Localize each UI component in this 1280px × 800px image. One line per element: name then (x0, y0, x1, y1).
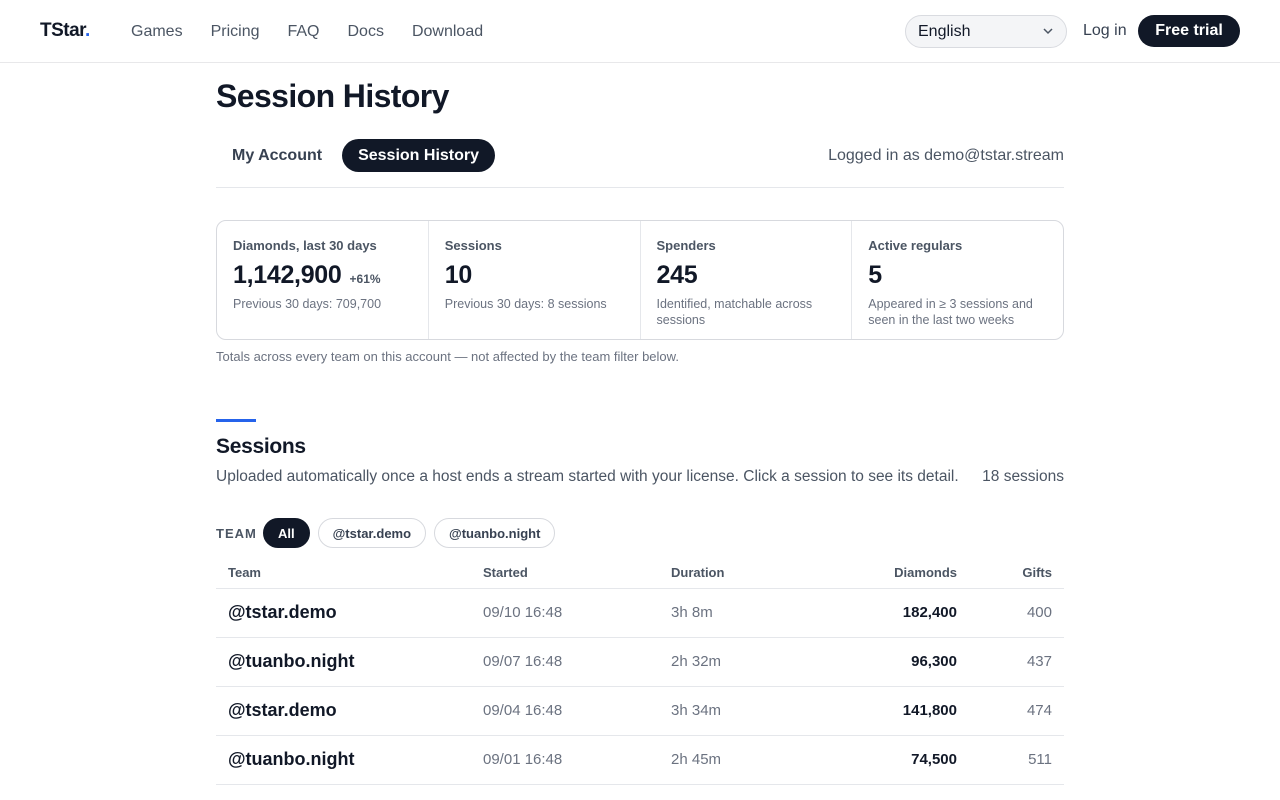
stat-subtext: Appeared in ≥ 3 sessions and seen in the… (868, 297, 1033, 327)
stat-number: 1,142,900 (233, 261, 342, 289)
cell-started: 09/04 16:48 (483, 686, 671, 736)
nav-link-download[interactable]: Download (412, 22, 483, 42)
logged-in-as: Logged in as demo@tstar.stream (828, 147, 1064, 164)
stat-number: 5 (868, 261, 882, 289)
cell-duration: 2h 32m (671, 637, 851, 687)
stat-subtext: Previous 30 days: 8 sessions (444, 297, 607, 311)
cell-started: 09/01 16:48 (483, 735, 671, 785)
cell-team: @tstar.demo (216, 588, 483, 638)
cell-started: 09/10 16:48 (483, 588, 671, 638)
stat-number: 245 (656, 261, 698, 289)
stat-subtext: Previous 30 days: 709,700 (233, 297, 382, 311)
free-trial-button[interactable]: Free trial (1138, 15, 1240, 47)
stat-number: 10 (444, 261, 473, 289)
cell-gifts: 400 (957, 588, 1064, 638)
stat-subtext: Identified, matchable across sessions (656, 297, 813, 327)
sessions-description: Uploaded automatically once a host ends … (216, 468, 959, 485)
cell-diamonds: 182,400 (851, 588, 957, 638)
top-navbar: TStar. Games Pricing FAQ Docs Download E… (0, 0, 1280, 63)
stat-value: 245 (657, 261, 836, 290)
stat-label: Sessions (444, 238, 502, 253)
main-nav: Games Pricing FAQ Docs Download (131, 22, 511, 42)
column-header-team[interactable]: Team (216, 557, 483, 589)
account-tabs: My Account Session History (216, 139, 496, 172)
table-row[interactable]: @tstar.demo 09/04 16:48 3h 34m 141,800 4… (216, 686, 1064, 736)
cell-gifts: 474 (957, 686, 1064, 736)
stat-delta: +61% (349, 272, 381, 286)
cell-diamonds: 74,500 (851, 735, 957, 785)
table-header-row: Team Started Duration Diamonds Gifts (216, 557, 1064, 589)
filter-chip-all[interactable]: All (263, 518, 310, 548)
stat-spenders: Spenders 245 Identified, matchable acros… (641, 221, 853, 339)
divider (216, 187, 1064, 188)
sessions-title: Sessions (216, 435, 306, 458)
sessions-table: Team Started Duration Diamonds Gifts @ts… (216, 557, 1064, 785)
cell-started: 09/07 16:48 (483, 637, 671, 687)
stat-sessions: Sessions 10 Previous 30 days: 8 sessions (429, 221, 641, 339)
cell-gifts: 511 (957, 735, 1064, 785)
sessions-count: 18 sessions (982, 468, 1064, 485)
stat-diamonds: Diamonds, last 30 days 1,142,900 +61% Pre… (217, 221, 429, 339)
filter-chip-tstar-demo[interactable]: @tstar.demo (317, 518, 427, 548)
column-header-duration[interactable]: Duration (671, 557, 851, 589)
stats-panel: Diamonds, last 30 days 1,142,900 +61% Pre… (216, 220, 1064, 340)
brand-dot: . (85, 20, 90, 41)
table-row[interactable]: @tstar.demo 09/10 16:48 3h 8m 182,400 40… (216, 588, 1064, 638)
cell-duration: 3h 34m (671, 686, 851, 736)
cell-diamonds: 141,800 (851, 686, 957, 736)
stat-value: 5 (868, 261, 1047, 290)
login-link[interactable]: Log in (1083, 22, 1127, 40)
cell-team: @tuanbo.night (216, 735, 483, 785)
nav-link-docs[interactable]: Docs (348, 22, 384, 42)
cell-team: @tuanbo.night (216, 637, 483, 687)
stat-active-regulars: Active regulars 5 Appeared in ≥ 3 sessio… (852, 221, 1063, 339)
language-select-value: English (918, 23, 971, 40)
language-select[interactable]: English (905, 15, 1067, 48)
brand-name: TStar (40, 20, 86, 41)
nav-link-games[interactable]: Games (131, 22, 183, 42)
section-accent-line (216, 419, 256, 422)
column-header-diamonds[interactable]: Diamonds (851, 557, 957, 589)
totals-note: Totals across every team on this account… (216, 349, 679, 364)
brand-logo[interactable]: TStar. (40, 20, 90, 42)
team-filter-label: TEAM (216, 526, 257, 541)
stat-value: 10 (445, 261, 624, 290)
column-header-gifts[interactable]: Gifts (957, 557, 1064, 589)
column-header-started[interactable]: Started (483, 557, 671, 589)
stat-value: 1,142,900 +61% (233, 261, 412, 290)
stat-label: Spenders (656, 238, 716, 253)
cell-duration: 3h 8m (671, 588, 851, 638)
page-title: Session History (216, 78, 449, 114)
cell-team: @tstar.demo (216, 686, 483, 736)
stat-label: Active regulars (868, 238, 963, 253)
tab-session-history[interactable]: Session History (342, 139, 496, 172)
table-row[interactable]: @tuanbo.night 09/07 16:48 2h 32m 96,300 … (216, 637, 1064, 687)
cell-duration: 2h 45m (671, 735, 851, 785)
table-row[interactable]: @tuanbo.night 09/01 16:48 2h 45m 74,500 … (216, 735, 1064, 785)
cell-diamonds: 96,300 (851, 637, 957, 687)
tab-my-account[interactable]: My Account (216, 139, 338, 172)
stat-label: Diamonds, last 30 days (233, 238, 377, 253)
cell-gifts: 437 (957, 637, 1064, 687)
nav-link-pricing[interactable]: Pricing (211, 22, 260, 42)
filter-chip-tuanbo-night[interactable]: @tuanbo.night (434, 518, 556, 548)
chevron-down-icon (1043, 28, 1053, 35)
team-filter: All @tstar.demo @tuanbo.night (263, 518, 563, 548)
nav-link-faq[interactable]: FAQ (287, 22, 319, 42)
